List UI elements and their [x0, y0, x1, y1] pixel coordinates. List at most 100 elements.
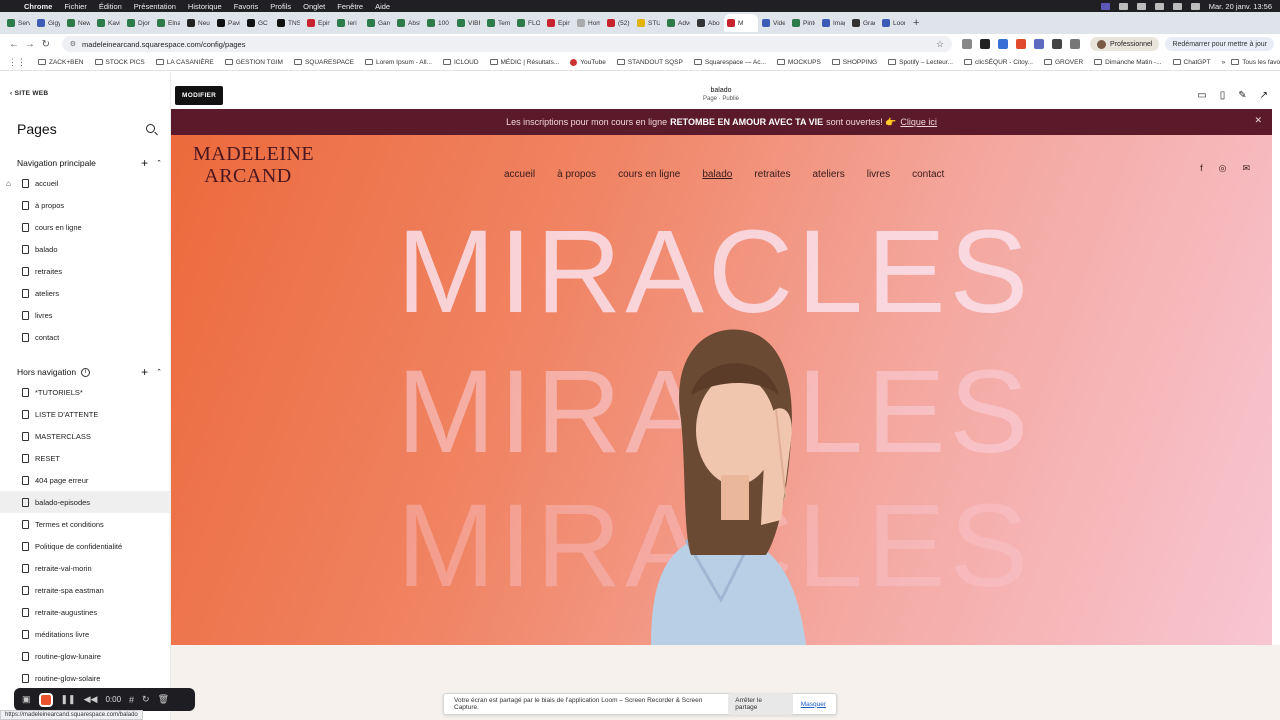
page-item[interactable]: routine-glow-solaire: [0, 667, 170, 689]
menubar-clock[interactable]: Mar. 20 janv. 13:56: [1209, 2, 1272, 11]
site-nav-item[interactable]: accueil: [504, 169, 535, 180]
bookmark-item[interactable]: ChatGPT: [1172, 59, 1211, 66]
mobile-view-icon[interactable]: ▯: [1220, 90, 1226, 101]
section-header[interactable]: Hors navigation i + ⌃: [17, 365, 162, 379]
page-item[interactable]: à propos: [0, 194, 170, 216]
menu-item[interactable]: Onglet: [303, 2, 325, 11]
bookmark-item[interactable]: GESTION TGIM: [224, 59, 283, 66]
browser-tab[interactable]: Abo: [694, 14, 723, 32]
extension-icon[interactable]: [980, 39, 991, 49]
stop-sharing-button[interactable]: Arrêter le partage: [728, 693, 793, 715]
page-item[interactable]: *TUTORIELS*: [0, 381, 170, 403]
forward-arrow-icon[interactable]: →: [22, 39, 38, 50]
browser-tab[interactable]: Loon: [879, 14, 908, 32]
expand-arrow-icon[interactable]: ↗: [1260, 90, 1268, 101]
menu-item[interactable]: Fichier: [64, 2, 87, 11]
site-nav-item[interactable]: livres: [867, 169, 890, 180]
browser-tab[interactable]: STU: [634, 14, 663, 32]
page-item[interactable]: routine-glow-lunaire: [0, 645, 170, 667]
browser-tab[interactable]: New: [64, 14, 93, 32]
new-tab-icon[interactable]: +: [913, 17, 919, 29]
menu-item[interactable]: Favoris: [234, 2, 259, 11]
browser-tab[interactable]: Adve: [664, 14, 693, 32]
bookmark-item[interactable]: ICLOUD: [442, 59, 479, 66]
grid-icon[interactable]: #: [129, 695, 134, 705]
browser-tab[interactable]: Hom: [574, 14, 603, 32]
status-icon[interactable]: [1136, 2, 1146, 10]
browser-tab[interactable]: Elna: [154, 14, 183, 32]
all-bookmarks-folder[interactable]: Tous les favoris: [1231, 59, 1280, 66]
browser-tab[interactable]: Épin: [304, 14, 333, 32]
page-item[interactable]: balado-episodes: [0, 491, 170, 513]
browser-tab[interactable]: Gigy: [34, 14, 63, 32]
bookmark-item[interactable]: SQUARESPACE: [293, 59, 354, 66]
bookmark-item[interactable]: LA CASANIÈRE: [155, 59, 214, 66]
bookmark-item[interactable]: YouTube: [570, 58, 606, 66]
bookmark-item[interactable]: GROVER: [1043, 59, 1083, 66]
status-icon[interactable]: [1118, 2, 1128, 10]
section-header[interactable]: Navigation principale + ⌃: [17, 156, 162, 170]
bookmark-item[interactable]: MOCKUPS: [776, 59, 821, 66]
browser-tab[interactable]: FLOI: [514, 14, 543, 32]
site-nav-item[interactable]: balado: [702, 169, 732, 180]
bookmark-item[interactable]: Dimanche Matin -...: [1094, 59, 1162, 66]
announcement-link[interactable]: Clique ici: [900, 117, 937, 127]
stop-recording-button[interactable]: [38, 692, 53, 707]
bookmark-star-icon[interactable]: ☆: [936, 39, 944, 50]
menu-item[interactable]: Profils: [270, 2, 291, 11]
site-nav-item[interactable]: retraites: [754, 169, 790, 180]
close-icon[interactable]: ✕: [1254, 115, 1262, 126]
menu-app[interactable]: Chrome: [24, 2, 52, 11]
info-icon[interactable]: i: [81, 367, 91, 377]
more-bookmarks-icon[interactable]: »: [1222, 59, 1226, 66]
announcement-bar[interactable]: Les inscriptions pour mon cours en ligne…: [171, 109, 1272, 135]
extension-icon[interactable]: [962, 39, 973, 49]
add-page-icon[interactable]: +: [141, 365, 148, 379]
browser-tab[interactable]: Neu: [184, 14, 213, 32]
apps-grid-icon[interactable]: ⋮⋮: [8, 57, 26, 68]
menu-item[interactable]: Présentation: [134, 2, 176, 11]
search-icon[interactable]: [146, 124, 155, 133]
bookmark-item[interactable]: MÉDIC | Résultats...: [489, 59, 559, 66]
page-item[interactable]: cours en ligne: [0, 216, 170, 238]
bookmark-item[interactable]: Spotify – Lecteur...: [888, 59, 953, 66]
browser-tab[interactable]: leri: [334, 14, 363, 32]
back-arrow-icon[interactable]: ←: [6, 39, 22, 50]
browser-tab[interactable]: Pinte: [789, 14, 818, 32]
pause-icon[interactable]: ❚❚: [61, 694, 76, 705]
address-bar[interactable]: ⚙ madeleinearcand.squarespace.com/config…: [61, 36, 953, 52]
screen-share-icon[interactable]: [1100, 2, 1110, 10]
site-logo[interactable]: MADELEINE ARCAND: [193, 143, 314, 187]
browser-tab[interactable]: Pavi: [214, 14, 243, 32]
edit-button[interactable]: MODIFIER: [175, 86, 224, 105]
profile-button[interactable]: Professionnel: [1090, 37, 1160, 51]
browser-tab[interactable]: GC: [244, 14, 273, 32]
bookmark-item[interactable]: SHOPPING: [831, 59, 877, 66]
bookmark-item[interactable]: STOCK PICS: [94, 59, 145, 66]
add-page-icon[interactable]: +: [141, 156, 148, 170]
bookmark-item[interactable]: clicSÉQUR - Citoy...: [963, 59, 1033, 66]
wifi-icon[interactable]: [1172, 2, 1182, 10]
extension-icon[interactable]: [1034, 39, 1045, 49]
chevron-up-icon[interactable]: ⌃: [156, 368, 162, 376]
page-item[interactable]: LISTE D'ATTENTE: [0, 403, 170, 425]
extension-icon[interactable]: [1052, 39, 1063, 49]
page-item[interactable]: ateliers: [0, 282, 170, 304]
page-item[interactable]: Termes et conditions: [0, 513, 170, 535]
tab-active[interactable]: M: [724, 14, 758, 32]
update-button[interactable]: Redémarrer pour mettre à jour: [1165, 37, 1275, 51]
page-item[interactable]: retraites: [0, 260, 170, 282]
bookmark-item[interactable]: Squarespace — Ac...: [693, 59, 766, 66]
page-item[interactable]: livres: [0, 304, 170, 326]
control-center-icon[interactable]: [1190, 2, 1200, 10]
browser-tab[interactable]: Vide: [759, 14, 788, 32]
site-info-icon[interactable]: ⚙: [70, 40, 76, 48]
browser-tab[interactable]: TNS: [274, 14, 303, 32]
site-nav-item[interactable]: à propos: [557, 169, 596, 180]
page-item[interactable]: contact: [0, 326, 170, 348]
browser-tab[interactable]: Grad: [849, 14, 878, 32]
camera-icon[interactable]: ▣: [22, 694, 31, 705]
page-item[interactable]: retraite-augustines: [0, 601, 170, 623]
chevron-up-icon[interactable]: ⌃: [156, 159, 162, 167]
page-item[interactable]: Politique de confidentialité: [0, 535, 170, 557]
